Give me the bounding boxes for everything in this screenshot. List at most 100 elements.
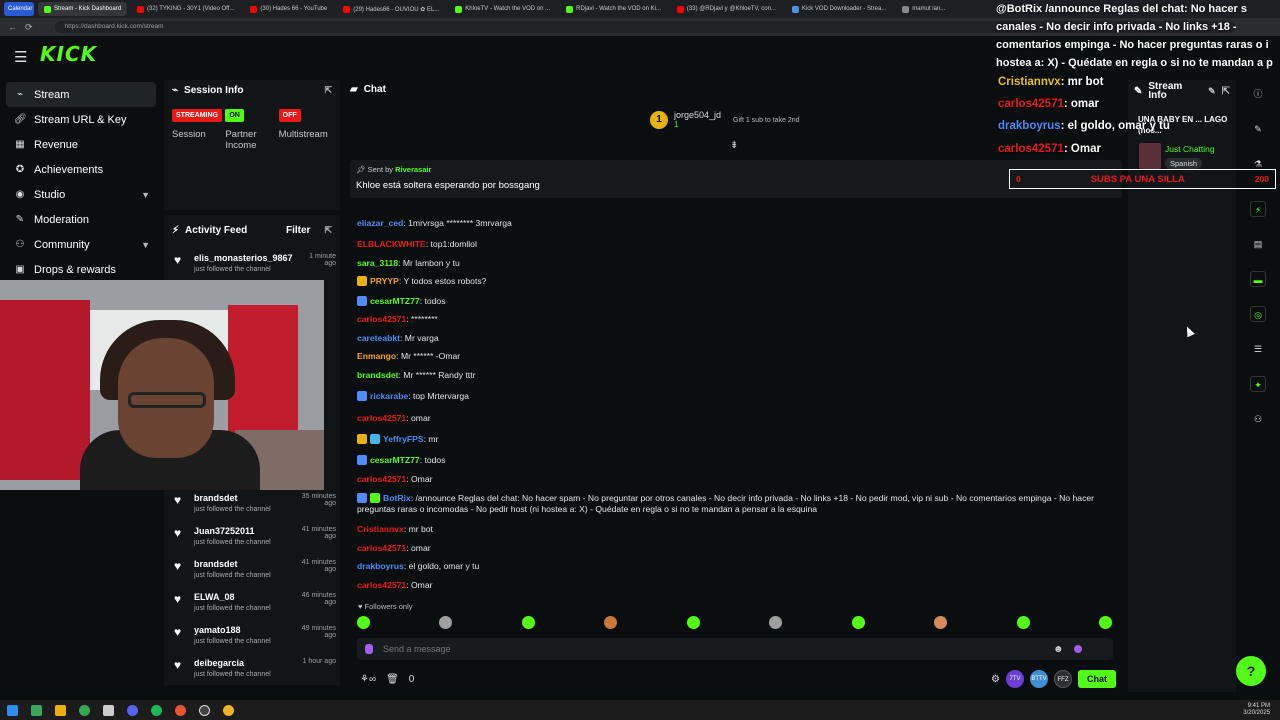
chat-username[interactable]: ELBLACKWHITE — [357, 239, 426, 249]
infinity-icon[interactable]: ⚘∞ — [360, 674, 376, 685]
obs-icon[interactable] — [192, 700, 216, 720]
layers-icon[interactable]: ☰ — [1250, 341, 1266, 357]
filter-button[interactable]: Filter — [286, 225, 310, 236]
chat-username[interactable]: YeffryFPS — [383, 434, 424, 444]
chat-username[interactable]: BotRix — [383, 493, 411, 503]
chat-username[interactable]: brandsdet — [357, 370, 399, 380]
browser-tab[interactable]: (32) TYKING - 30Y1 (Video Off... — [131, 2, 240, 16]
system-clock[interactable]: 9:41 PM 3/20/2025 — [1243, 703, 1270, 717]
browser-tab[interactable]: Kick VOD Downloader - Strea... — [786, 2, 892, 16]
sidebar-item-achievements[interactable]: ✪ Achievements — [6, 157, 156, 182]
chat-username[interactable]: carlos42571 — [357, 314, 406, 324]
chat-icon[interactable]: ▬ — [1250, 271, 1266, 287]
popout-icon[interactable]: ⇱ — [1222, 86, 1230, 96]
bolt-icon[interactable]: ⚡︎ — [1250, 201, 1266, 217]
sidebar-item-drops-rewards[interactable]: ▣ Drops & rewards — [6, 257, 156, 282]
emote[interactable] — [686, 616, 700, 629]
chat-message[interactable]: careteabkt: Mr varga — [357, 333, 439, 344]
menu-icon[interactable]: ☰ — [14, 48, 27, 66]
emoji-icon[interactable]: ☻ — [1053, 644, 1064, 655]
chat-message[interactable]: eliazar_ced: 1mrvrsga ******** 3mrvarga — [357, 218, 512, 229]
spotify-icon[interactable] — [144, 700, 168, 720]
pinned-message[interactable]: 📌︎ Sent by Riverasair Khloe está soltera… — [350, 160, 1122, 198]
chat-message[interactable]: cesarMTZ77: todos — [357, 296, 446, 307]
sidebar-item-moderation[interactable]: ✎ Moderation — [6, 207, 156, 232]
popout-icon[interactable]: ⇱ — [324, 85, 332, 96]
emote[interactable] — [851, 616, 865, 629]
chat-username[interactable]: rickarabe — [370, 391, 408, 401]
broadcast-icon[interactable]: ◎ — [1250, 306, 1266, 322]
sidebar-item-stream[interactable]: ⌁ Stream — [6, 82, 156, 107]
sidebar-item-studio[interactable]: ◉ Studio ▼ — [6, 182, 156, 207]
emote[interactable] — [934, 616, 948, 629]
emote[interactable] — [604, 616, 618, 629]
chrome-icon[interactable] — [72, 700, 96, 720]
chat-username[interactable]: eliazar_ced — [357, 218, 403, 228]
emote[interactable] — [439, 616, 453, 629]
chat-message[interactable]: Cristiannvx: mr bot — [357, 524, 433, 535]
chat-message[interactable]: YeffryFPS: mr — [357, 434, 438, 445]
ffz-badge[interactable]: FFZ — [1054, 670, 1072, 688]
chat-username[interactable]: PRYYP — [370, 276, 399, 286]
trash-icon[interactable]: 🗑︎ — [386, 674, 399, 685]
clipboard-icon[interactable]: ▤ — [1250, 236, 1266, 252]
collapse-icon[interactable]: ⇟ — [730, 140, 738, 151]
chat-input[interactable] — [383, 644, 1043, 654]
chat-message[interactable]: brandsdet: Mr ****** Randy tttr — [357, 370, 475, 381]
chat-message[interactable]: carlos42571: Omar — [357, 580, 432, 591]
top-gifter[interactable]: 1 jorge504_jd 1 — [650, 110, 721, 129]
chat-username[interactable]: Enmango — [357, 351, 396, 361]
users-icon[interactable]: ⚇ — [1250, 411, 1266, 427]
chat-message[interactable]: ELBLACKWHITE: top1:domllol — [357, 239, 477, 250]
app-icon[interactable] — [168, 700, 192, 720]
reload-icon[interactable]: ⟳ — [25, 22, 33, 33]
app-icon[interactable] — [120, 700, 144, 720]
app-icon[interactable] — [96, 700, 120, 720]
chat-message[interactable]: Enmango: Mr ****** -Omar — [357, 351, 460, 362]
chat-username[interactable]: careteabkt — [357, 333, 400, 343]
multistream-off-toggle[interactable]: OFF — [278, 109, 301, 122]
partner-income-on-toggle[interactable]: ON — [225, 109, 244, 122]
chat-send-button[interactable]: Chat — [1078, 670, 1116, 688]
kick-emote-icon[interactable] — [1073, 645, 1082, 653]
folder-icon[interactable] — [48, 700, 72, 720]
kick-logo[interactable]: KICK — [40, 42, 97, 66]
popout-icon[interactable]: ⇱ — [324, 225, 332, 236]
chat-message[interactable]: carlos42571: Omar — [357, 474, 432, 485]
chat-username[interactable]: Cristiannvx — [357, 524, 404, 534]
wrench-icon[interactable]: ✦ — [1250, 376, 1266, 392]
info-icon[interactable]: ⓘ — [1250, 86, 1266, 102]
sidebar-item-revenue[interactable]: ▦ Revenue — [6, 132, 156, 157]
chat-username[interactable]: carlos42571 — [357, 543, 406, 553]
settings-icon[interactable]: ⚙ — [991, 674, 1000, 685]
start-icon[interactable] — [0, 700, 24, 720]
chat-username[interactable]: carlos42571 — [357, 580, 406, 590]
7tv-badge[interactable]: 7TV — [1006, 670, 1024, 688]
chat-message[interactable]: cesarMTZ77: todos — [357, 455, 446, 466]
chat-username[interactable]: sara_3118 — [357, 258, 398, 268]
back-icon[interactable]: ← — [8, 22, 17, 32]
emote[interactable] — [1016, 616, 1030, 629]
chat-message[interactable]: rickarabe: top Mrtervarga — [357, 391, 469, 402]
mic-icon[interactable] — [365, 644, 373, 654]
browser-tab[interactable]: KhloeTV - Watch the VOD on ... — [449, 2, 556, 16]
chat-message[interactable]: sara_3118: Mr lambon y tu — [357, 258, 460, 269]
app-icon[interactable] — [24, 700, 48, 720]
app-icon[interactable] — [216, 700, 240, 720]
sidebar-item-stream-url-key[interactable]: 🔗︎ Stream URL & Key — [6, 107, 156, 132]
browser-tab[interactable]: Stream - Kick Dashboard — [38, 2, 128, 16]
help-button[interactable]: ? — [1236, 656, 1266, 686]
chat-username[interactable]: drakboyrus — [357, 561, 404, 571]
emote[interactable] — [357, 616, 370, 629]
chat-username[interactable]: cesarMTZ77 — [370, 296, 420, 306]
chat-message[interactable]: carlos42571: ******** — [357, 314, 438, 325]
chat-message[interactable]: PRYYP: Y todos estos robots? — [357, 276, 486, 287]
chat-username[interactable]: cesarMTZ77 — [370, 455, 420, 465]
pencil-icon[interactable]: ✎ — [1250, 121, 1266, 137]
category[interactable]: Just Chatting — [1165, 144, 1215, 154]
browser-tab[interactable]: Calendar — [4, 2, 34, 16]
browser-tab[interactable]: RDjavi - Watch the VOD on Ki... — [560, 2, 667, 16]
browser-tab[interactable]: (33) @RDjavi y @KhloeTV, con... — [671, 2, 782, 16]
emote[interactable] — [521, 616, 535, 629]
emote[interactable] — [769, 616, 783, 629]
